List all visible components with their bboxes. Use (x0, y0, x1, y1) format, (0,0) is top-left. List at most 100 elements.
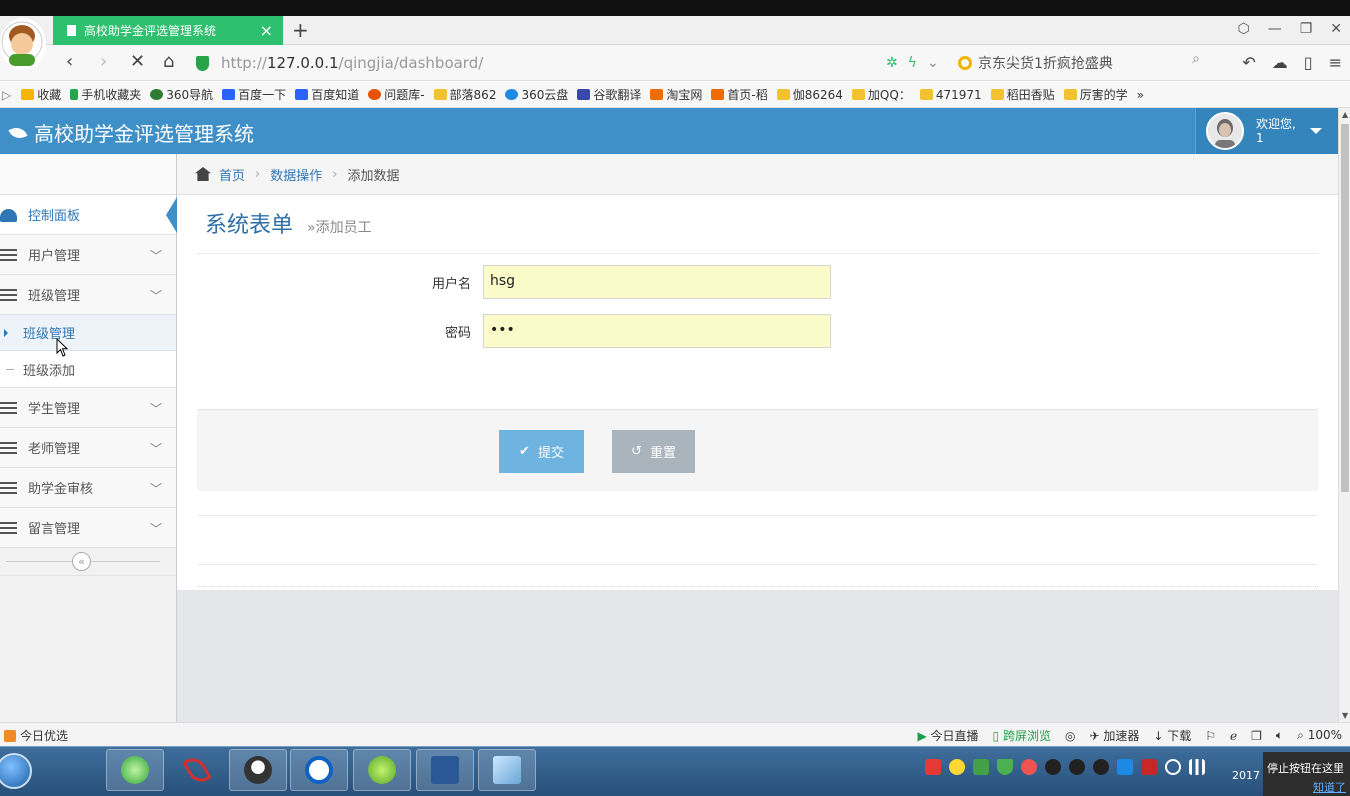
bookmark-item[interactable]: 百度知道 (295, 86, 359, 103)
sogou-ime-icon[interactable] (925, 759, 941, 775)
bookmark-item[interactable]: 淘宝网 (650, 86, 702, 103)
taskbar-app-browser[interactable] (106, 749, 164, 791)
taskbar-app-teamviewer[interactable] (290, 749, 348, 791)
sidebar-item-classes[interactable]: 班级管理 ﹀ (0, 275, 176, 315)
breadcrumb-data-ops-link[interactable]: 数据操作 (270, 165, 322, 184)
reset-button[interactable]: ↺ 重置 (612, 430, 695, 473)
sidebar-toggle-icon[interactable]: ▷ (2, 88, 11, 102)
sidebar-item-grant-review[interactable]: 助学金审核 ﹀ (0, 468, 176, 508)
restore-icon[interactable]: ❐ (1300, 21, 1313, 37)
scrollbar-thumb[interactable] (1341, 124, 1349, 492)
collapse-sidebar-button[interactable]: « (72, 552, 91, 571)
system-clock[interactable]: 2017 (1232, 769, 1260, 782)
scroll-up-icon[interactable]: ▲ (1342, 110, 1348, 119)
skin-icon[interactable]: ⬡ (1237, 21, 1249, 37)
bookmarks-more[interactable]: » (1137, 88, 1144, 102)
bookmark-item[interactable]: 收藏 (21, 86, 61, 103)
cross-screen-button[interactable]: ▯ 跨屏浏览 (993, 727, 1051, 744)
qq-tray-icon[interactable] (1045, 759, 1061, 775)
username-input[interactable]: hsg (483, 265, 831, 299)
user-menu[interactable]: 欢迎您, 1 (1195, 108, 1338, 154)
taskbar-app-360[interactable] (353, 749, 411, 791)
sidebar-item-students[interactable]: 学生管理 ﹀ (0, 388, 176, 428)
network-icon[interactable] (1117, 759, 1133, 775)
qq-tray-icon[interactable] (1093, 759, 1109, 775)
caret-right-icon (4, 329, 8, 337)
download-button[interactable]: ↓ 下载 (1153, 727, 1191, 744)
bookmark-item[interactable]: 百度一下 (222, 86, 286, 103)
bookmark-item[interactable]: 手机收藏夹 (70, 86, 141, 103)
refresh-icon[interactable]: ✲ (886, 55, 898, 71)
lightning-icon[interactable]: ϟ (908, 55, 917, 71)
dashboard-icon (0, 209, 17, 222)
qq-tray-icon[interactable] (1069, 759, 1085, 775)
sidebar-subitem-class-add[interactable]: 班级添加 (0, 351, 176, 387)
live-button[interactable]: ▶ 今日直播 (917, 727, 978, 744)
sound-icon[interactable]: 🔈︎ (1276, 728, 1283, 743)
security-icon[interactable] (973, 759, 989, 775)
start-button[interactable] (0, 753, 32, 789)
search-icon[interactable]: ⌕ (1192, 51, 1200, 67)
password-input[interactable]: ••• (483, 314, 831, 348)
tray-app-icon[interactable] (1021, 759, 1037, 775)
taskbar-app-notepad[interactable] (478, 749, 536, 791)
app-logo[interactable]: 高校助学金评选管理系统 (8, 118, 254, 147)
submit-button[interactable]: ✔ 提交 (499, 430, 584, 473)
taskbar-app-acrobat[interactable] (168, 749, 226, 791)
taskbar-app-word[interactable] (416, 749, 474, 791)
dropdown-icon[interactable]: ⌄ (927, 55, 939, 71)
volume-icon[interactable] (1165, 759, 1181, 775)
tray-app-icon[interactable] (1141, 759, 1157, 775)
sidebar-subitem-class-manage[interactable]: 班级管理 (0, 315, 176, 351)
bookmark-item[interactable]: 部落862 (433, 86, 496, 103)
stop-icon[interactable]: ✕ (130, 51, 145, 72)
browser-profile-avatar[interactable] (0, 18, 46, 70)
sidebar-item-messages[interactable]: 留言管理 ﹀ (0, 508, 176, 548)
sidebar-item-users[interactable]: 用户管理 ﹀ (0, 235, 176, 275)
flag-icon[interactable]: ⚐ (1205, 729, 1216, 743)
close-tab-icon[interactable]: × (260, 21, 273, 40)
tooltip-dismiss-link[interactable]: 知道了 (1267, 779, 1346, 795)
bookmark-item[interactable]: 360导航 (150, 86, 213, 103)
bookmark-item[interactable]: 厉害的学 (1063, 86, 1128, 103)
breadcrumb: 首页 › 数据操作 › 添加数据 (177, 154, 1338, 195)
forward-icon[interactable]: › (100, 51, 107, 72)
bookmark-item[interactable]: 加QQ： (851, 86, 911, 103)
close-window-icon[interactable]: ✕ (1330, 21, 1342, 37)
cloud-icon[interactable]: ☁ (1272, 53, 1288, 72)
shield-status-icon[interactable]: ◎ (1065, 729, 1075, 743)
tray-360-icon[interactable] (949, 759, 965, 775)
bookmark-item[interactable]: 360云盘 (505, 86, 568, 103)
back-icon[interactable]: ‹ (66, 51, 73, 72)
accelerator-button[interactable]: ✈ 加速器 (1089, 727, 1139, 744)
minimize-icon[interactable]: — (1268, 21, 1282, 37)
ie-icon[interactable]: ℯ (1230, 729, 1237, 743)
signal-icon[interactable] (1189, 759, 1205, 775)
search-field[interactable]: 京东尖货1折疯抢盛典 ⌕ (958, 51, 1208, 75)
scroll-down-icon[interactable]: ▼ (1342, 711, 1348, 720)
mobile-icon[interactable]: ▯ (1304, 53, 1313, 72)
breadcrumb-home-link[interactable]: 首页 (219, 165, 245, 184)
new-tab-button[interactable]: + (292, 18, 309, 42)
bookmark-item[interactable]: 471971 (919, 88, 982, 102)
shield-tray-icon[interactable] (997, 759, 1013, 775)
sidebar-item-dashboard[interactable]: 控制面板 (0, 195, 177, 235)
bookmark-item[interactable]: 谷歌翻译 (577, 86, 641, 103)
bookmark-item[interactable]: 问题库- (368, 86, 425, 103)
page-scrollbar[interactable]: ▲ ▼ (1338, 108, 1350, 722)
zoom-button[interactable]: ⌕ 100% (1297, 728, 1342, 743)
bookmark-item[interactable]: 首页-稻 (711, 86, 768, 103)
sidebar-item-teachers[interactable]: 老师管理 ﹀ (0, 428, 176, 468)
bookmark-item[interactable]: 稻田香贴 (990, 86, 1055, 103)
search-engine-icon (958, 56, 972, 70)
bookmark-item[interactable]: 伽86264 (776, 86, 843, 103)
window-icon[interactable]: ❐ (1251, 729, 1262, 743)
url-field[interactable]: http://127.0.0.1/qingjia/dashboard/ (196, 49, 956, 77)
browser-tab[interactable]: 高校助学金评选管理系统 × (53, 16, 283, 45)
menu-icon[interactable]: ≡ (1329, 53, 1342, 72)
today-picks[interactable]: 今日优选 (4, 727, 68, 744)
home-icon[interactable]: ⌂ (163, 51, 174, 72)
undo-icon[interactable]: ↶ (1242, 53, 1255, 72)
url-host: 127.0.0.1 (266, 54, 339, 72)
taskbar-app-qq[interactable] (229, 749, 287, 791)
